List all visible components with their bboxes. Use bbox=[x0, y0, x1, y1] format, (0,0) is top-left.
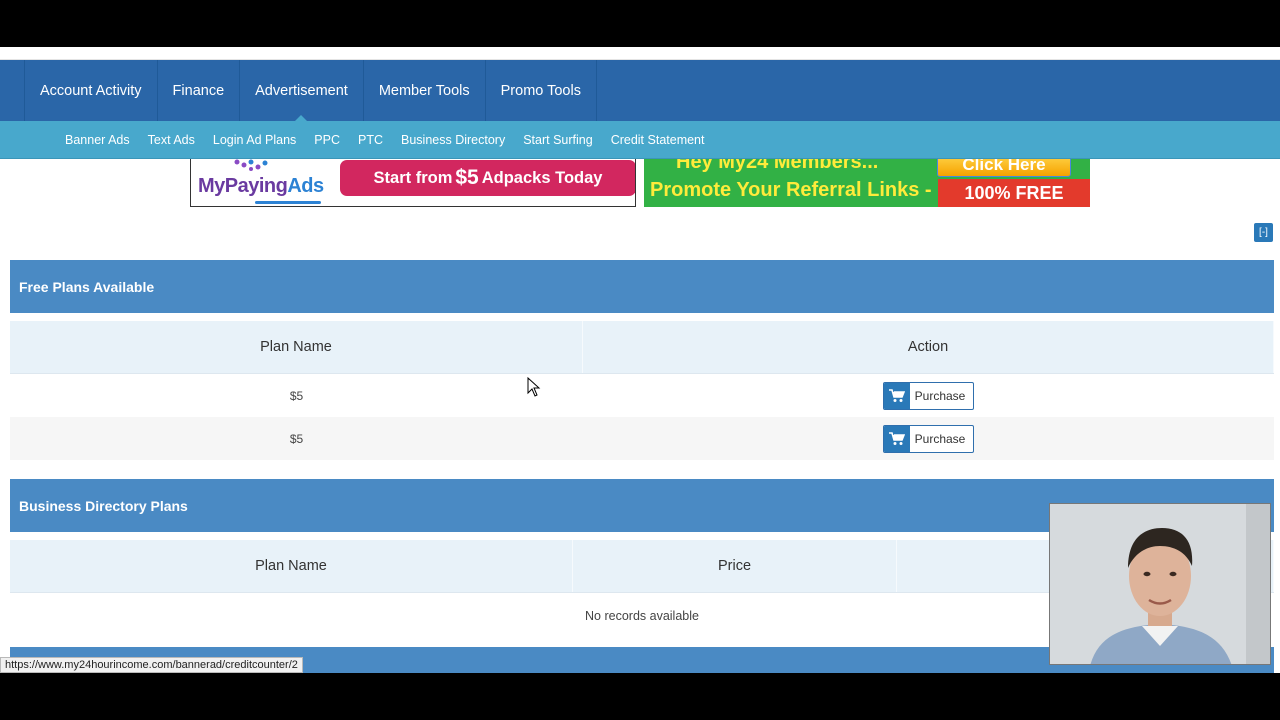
plan-name-cell: $5 bbox=[289, 431, 304, 446]
mouse-cursor-icon bbox=[527, 377, 541, 397]
col-price: Price bbox=[573, 540, 897, 592]
subnav-ppc[interactable]: PPC bbox=[305, 133, 349, 147]
banner-referral-links[interactable]: Hey My24 Members... Promote Your Referra… bbox=[644, 159, 1090, 207]
subnav-login-ad-plans[interactable]: Login Ad Plans bbox=[204, 133, 305, 147]
plan-name-cell: $5 bbox=[289, 388, 304, 403]
cart-icon bbox=[883, 382, 910, 409]
nav-item-promo-tools[interactable]: Promo Tools bbox=[486, 60, 597, 121]
free-plans-panel: Free Plans Available Plan Name Action $5… bbox=[10, 260, 1274, 460]
nav-item-label: Finance bbox=[172, 82, 225, 99]
col-plan-name: Plan Name bbox=[10, 540, 573, 592]
webcam-overlay bbox=[1049, 503, 1271, 665]
banner-free: 100% FREE bbox=[938, 179, 1090, 207]
main-nav: Account Activity Finance Advertisement M… bbox=[0, 60, 1280, 122]
nav-item-member-tools[interactable]: Member Tools bbox=[364, 60, 486, 121]
subnav-business-directory[interactable]: Business Directory bbox=[392, 133, 514, 147]
banner-click-here: Click Here bbox=[937, 159, 1071, 177]
subnav-start-surfing[interactable]: Start Surfing bbox=[514, 133, 601, 147]
col-action: Action bbox=[583, 321, 1274, 373]
logo-part1: MyPaying bbox=[198, 175, 288, 197]
col-plan-name: Plan Name bbox=[10, 321, 583, 373]
cta-pre: Start from bbox=[373, 168, 453, 187]
nav-item-advertisement[interactable]: Advertisement bbox=[240, 60, 364, 122]
purchase-label: Purchase bbox=[914, 431, 966, 446]
banner-logo: MyPayingAds bbox=[198, 175, 324, 198]
nav-item-label: Account Activity bbox=[40, 82, 142, 99]
table-row: $5 Purchase bbox=[10, 374, 1274, 417]
nav-item-label: Promo Tools bbox=[500, 82, 581, 99]
collapse-button[interactable]: [-] bbox=[1254, 223, 1273, 242]
cta-post: Adpacks Today bbox=[481, 168, 603, 187]
purchase-button[interactable]: Purchase bbox=[882, 381, 975, 410]
top-strip bbox=[0, 47, 1280, 60]
purchase-label: Purchase bbox=[914, 388, 966, 403]
free-plans-title: Free Plans Available bbox=[10, 260, 1274, 313]
free-plans-header: Plan Name Action bbox=[10, 321, 1274, 374]
presenter-video bbox=[1050, 504, 1270, 664]
nav-item-account-activity[interactable]: Account Activity bbox=[24, 60, 158, 121]
logo-part2: Ads bbox=[287, 175, 324, 197]
banner-cta: Start from $5 Adpacks Today bbox=[340, 160, 635, 196]
subnav-ptc[interactable]: PTC bbox=[349, 133, 392, 147]
subnav-credit-statement[interactable]: Credit Statement bbox=[602, 133, 714, 147]
nav-item-label: Member Tools bbox=[378, 82, 470, 99]
banner-line2: Promote Your Referral Links - bbox=[650, 179, 932, 201]
cta-amount: $5 bbox=[455, 166, 479, 189]
nav-item-finance[interactable]: Finance bbox=[158, 60, 241, 121]
banner-line1: Hey My24 Members... bbox=[676, 159, 879, 173]
banner-row: MyPayingAds Start from $5 Adpacks Today … bbox=[0, 159, 1280, 207]
subnav-text-ads[interactable]: Text Ads bbox=[139, 133, 204, 147]
status-bar-url: https://www.my24hourincome.com/bannerad/… bbox=[0, 657, 303, 673]
nav-item-label: Advertisement bbox=[255, 82, 348, 99]
browser-viewport: Account Activity Finance Advertisement M… bbox=[0, 47, 1280, 673]
logo-dots-icon bbox=[234, 159, 268, 171]
banner-mypayingads[interactable]: MyPayingAds Start from $5 Adpacks Today bbox=[190, 159, 636, 207]
sub-nav: Banner Ads Text Ads Login Ad Plans PPC P… bbox=[0, 121, 1280, 159]
table-row: $5 Purchase bbox=[10, 417, 1274, 460]
cart-icon bbox=[883, 425, 910, 452]
subnav-banner-ads[interactable]: Banner Ads bbox=[56, 133, 139, 147]
purchase-button[interactable]: Purchase bbox=[882, 424, 975, 453]
logo-underline bbox=[255, 201, 321, 204]
